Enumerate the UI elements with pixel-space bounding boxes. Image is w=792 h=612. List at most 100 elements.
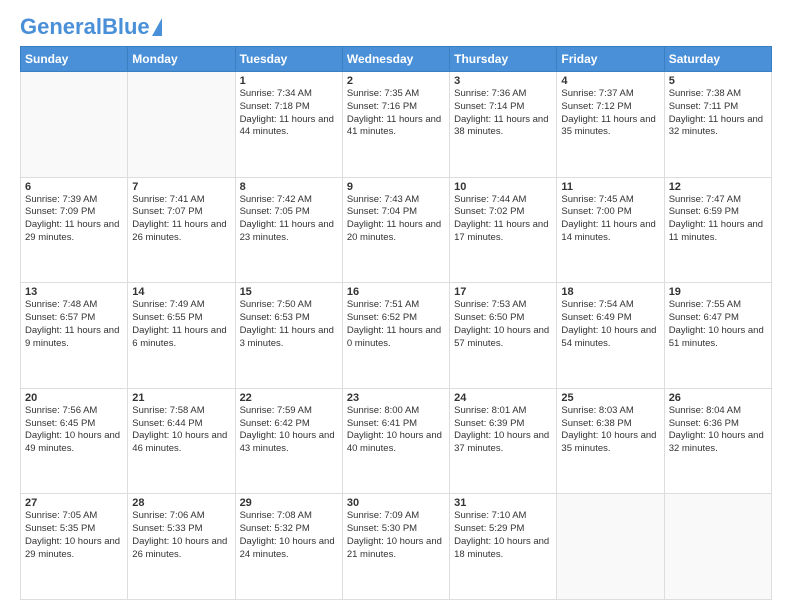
day-number: 30 (347, 497, 445, 509)
daylight-label: Daylight: 11 hours and 0 minutes. (347, 325, 441, 349)
day-cell (128, 72, 235, 178)
day-content: 13Sunrise: 7:48 AMSunset: 6:57 PMDayligh… (25, 286, 123, 350)
sunrise-label: Sunrise: 7:55 AM (669, 299, 741, 310)
daylight-label: Daylight: 10 hours and 32 minutes. (669, 430, 764, 454)
sunrise-label: Sunrise: 7:58 AM (132, 405, 204, 416)
col-header-tuesday: Tuesday (235, 47, 342, 72)
sunset-label: Sunset: 7:18 PM (240, 101, 310, 112)
day-number: 27 (25, 497, 123, 509)
day-content: 28Sunrise: 7:06 AMSunset: 5:33 PMDayligh… (132, 497, 230, 561)
sunset-label: Sunset: 5:33 PM (132, 523, 202, 534)
day-info: Sunrise: 8:04 AMSunset: 6:36 PMDaylight:… (669, 405, 767, 456)
sunrise-label: Sunrise: 7:36 AM (454, 88, 526, 99)
day-cell: 16Sunrise: 7:51 AMSunset: 6:52 PMDayligh… (342, 283, 449, 389)
sunset-label: Sunset: 6:59 PM (669, 206, 739, 217)
day-content: 29Sunrise: 7:08 AMSunset: 5:32 PMDayligh… (240, 497, 338, 561)
day-info: Sunrise: 7:08 AMSunset: 5:32 PMDaylight:… (240, 510, 338, 561)
logo-triangle-icon (152, 18, 162, 36)
day-cell: 5Sunrise: 7:38 AMSunset: 7:11 PMDaylight… (664, 72, 771, 178)
day-info: Sunrise: 7:50 AMSunset: 6:53 PMDaylight:… (240, 299, 338, 350)
daylight-label: Daylight: 10 hours and 24 minutes. (240, 536, 335, 560)
day-info: Sunrise: 7:38 AMSunset: 7:11 PMDaylight:… (669, 88, 767, 139)
day-cell: 20Sunrise: 7:56 AMSunset: 6:45 PMDayligh… (21, 388, 128, 494)
day-info: Sunrise: 7:47 AMSunset: 6:59 PMDaylight:… (669, 194, 767, 245)
sunrise-label: Sunrise: 7:10 AM (454, 510, 526, 521)
sunset-label: Sunset: 5:35 PM (25, 523, 95, 534)
sunset-label: Sunset: 6:42 PM (240, 418, 310, 429)
day-info: Sunrise: 7:48 AMSunset: 6:57 PMDaylight:… (25, 299, 123, 350)
day-number: 11 (561, 181, 659, 193)
sunrise-label: Sunrise: 7:49 AM (132, 299, 204, 310)
day-content: 8Sunrise: 7:42 AMSunset: 7:05 PMDaylight… (240, 181, 338, 245)
day-info: Sunrise: 7:39 AMSunset: 7:09 PMDaylight:… (25, 194, 123, 245)
logo-general: General (20, 14, 102, 39)
day-number: 18 (561, 286, 659, 298)
day-number: 21 (132, 392, 230, 404)
day-content: 6Sunrise: 7:39 AMSunset: 7:09 PMDaylight… (25, 181, 123, 245)
sunrise-label: Sunrise: 7:53 AM (454, 299, 526, 310)
header-row: SundayMondayTuesdayWednesdayThursdayFrid… (21, 47, 772, 72)
header: GeneralBlue (20, 16, 772, 38)
day-cell: 24Sunrise: 8:01 AMSunset: 6:39 PMDayligh… (450, 388, 557, 494)
sunrise-label: Sunrise: 8:03 AM (561, 405, 633, 416)
day-number: 1 (240, 75, 338, 87)
day-info: Sunrise: 7:37 AMSunset: 7:12 PMDaylight:… (561, 88, 659, 139)
daylight-label: Daylight: 11 hours and 11 minutes. (669, 219, 763, 243)
daylight-label: Daylight: 11 hours and 35 minutes. (561, 114, 655, 138)
sunrise-label: Sunrise: 7:37 AM (561, 88, 633, 99)
day-content: 2Sunrise: 7:35 AMSunset: 7:16 PMDaylight… (347, 75, 445, 139)
sunset-label: Sunset: 6:45 PM (25, 418, 95, 429)
daylight-label: Daylight: 10 hours and 21 minutes. (347, 536, 442, 560)
day-cell: 12Sunrise: 7:47 AMSunset: 6:59 PMDayligh… (664, 177, 771, 283)
logo: GeneralBlue (20, 16, 162, 38)
day-content: 24Sunrise: 8:01 AMSunset: 6:39 PMDayligh… (454, 392, 552, 456)
day-number: 17 (454, 286, 552, 298)
day-info: Sunrise: 7:35 AMSunset: 7:16 PMDaylight:… (347, 88, 445, 139)
daylight-label: Daylight: 11 hours and 20 minutes. (347, 219, 441, 243)
sunrise-label: Sunrise: 7:50 AM (240, 299, 312, 310)
day-content: 3Sunrise: 7:36 AMSunset: 7:14 PMDaylight… (454, 75, 552, 139)
daylight-label: Daylight: 10 hours and 29 minutes. (25, 536, 120, 560)
day-number: 5 (669, 75, 767, 87)
sunset-label: Sunset: 7:09 PM (25, 206, 95, 217)
daylight-label: Daylight: 10 hours and 46 minutes. (132, 430, 227, 454)
day-content: 20Sunrise: 7:56 AMSunset: 6:45 PMDayligh… (25, 392, 123, 456)
day-number: 16 (347, 286, 445, 298)
day-number: 29 (240, 497, 338, 509)
day-number: 4 (561, 75, 659, 87)
day-content: 26Sunrise: 8:04 AMSunset: 6:36 PMDayligh… (669, 392, 767, 456)
day-info: Sunrise: 7:55 AMSunset: 6:47 PMDaylight:… (669, 299, 767, 350)
day-info: Sunrise: 7:09 AMSunset: 5:30 PMDaylight:… (347, 510, 445, 561)
daylight-label: Daylight: 10 hours and 18 minutes. (454, 536, 549, 560)
sunset-label: Sunset: 6:55 PM (132, 312, 202, 323)
day-info: Sunrise: 7:59 AMSunset: 6:42 PMDaylight:… (240, 405, 338, 456)
day-info: Sunrise: 7:10 AMSunset: 5:29 PMDaylight:… (454, 510, 552, 561)
sunset-label: Sunset: 6:44 PM (132, 418, 202, 429)
sunrise-label: Sunrise: 7:41 AM (132, 194, 204, 205)
sunrise-label: Sunrise: 7:35 AM (347, 88, 419, 99)
daylight-label: Daylight: 11 hours and 44 minutes. (240, 114, 334, 138)
daylight-label: Daylight: 11 hours and 29 minutes. (25, 219, 119, 243)
day-cell: 14Sunrise: 7:49 AMSunset: 6:55 PMDayligh… (128, 283, 235, 389)
day-info: Sunrise: 7:34 AM Sunset: 7:18 PM Daylight:… (240, 88, 338, 139)
daylight-label: Daylight: 11 hours and 14 minutes. (561, 219, 655, 243)
week-row-5: 27Sunrise: 7:05 AMSunset: 5:35 PMDayligh… (21, 494, 772, 600)
col-header-friday: Friday (557, 47, 664, 72)
calendar-table: SundayMondayTuesdayWednesdayThursdayFrid… (20, 46, 772, 600)
page: GeneralBlue SundayMondayTuesdayWednesday… (0, 0, 792, 612)
sunrise-label: Sunrise: 7:08 AM (240, 510, 312, 521)
daylight-label: Daylight: 10 hours and 57 minutes. (454, 325, 549, 349)
day-number: 23 (347, 392, 445, 404)
day-content: 16Sunrise: 7:51 AMSunset: 6:52 PMDayligh… (347, 286, 445, 350)
day-number: 6 (25, 181, 123, 193)
day-number: 19 (669, 286, 767, 298)
day-content: 17Sunrise: 7:53 AMSunset: 6:50 PMDayligh… (454, 286, 552, 350)
day-content: 10Sunrise: 7:44 AMSunset: 7:02 PMDayligh… (454, 181, 552, 245)
day-cell (664, 494, 771, 600)
daylight-label: Daylight: 11 hours and 23 minutes. (240, 219, 334, 243)
sunrise-label: Sunrise: 7:34 AM (240, 88, 312, 99)
day-info: Sunrise: 7:36 AMSunset: 7:14 PMDaylight:… (454, 88, 552, 139)
sunset-label: Sunset: 6:52 PM (347, 312, 417, 323)
sunset-label: Sunset: 7:02 PM (454, 206, 524, 217)
week-row-4: 20Sunrise: 7:56 AMSunset: 6:45 PMDayligh… (21, 388, 772, 494)
